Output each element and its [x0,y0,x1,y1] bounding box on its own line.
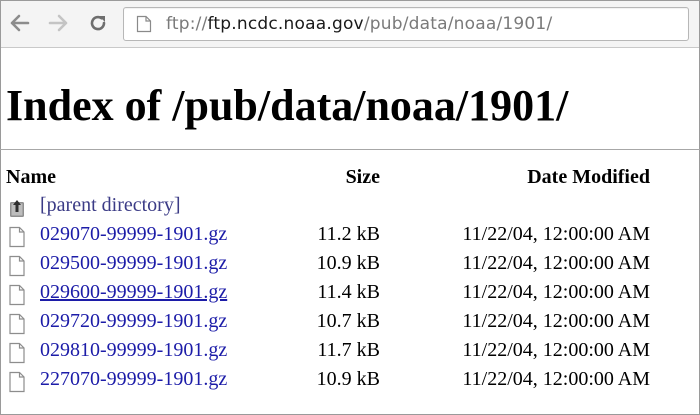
browser-toolbar: ftp://ftp.ncdc.noaa.gov/pub/data/noaa/19… [1,1,699,48]
file-icon [9,284,25,306]
file-row: 227070-99999-1901.gz 10.9 kB 11/22/04, 12:… [6,368,696,397]
file-size: 11.2 kB [317,223,380,245]
file-size: 11.7 kB [317,339,380,361]
file-link[interactable]: 029720-99999-1901.gz [40,310,227,333]
file-date: 11/22/04, 12:00:00 AM [462,223,650,245]
file-size: 10.9 kB [316,368,380,390]
listing-header: Name Size Date Modified [6,166,696,194]
back-arrow-icon [10,14,30,32]
file-date: 11/22/04, 12:00:00 AM [462,368,650,390]
parent-directory-row: [parent directory] [6,194,696,223]
file-icon [9,313,25,335]
file-size: 11.4 kB [317,281,380,303]
file-icon [9,371,25,393]
file-size: 10.7 kB [316,310,380,332]
file-icon [9,226,25,248]
file-row: 029070-99999-1901.gz 11.2 kB 11/22/04, 12:… [6,223,696,252]
file-date: 11/22/04, 12:00:00 AM [462,339,650,361]
file-date: 11/22/04, 12:00:00 AM [462,252,650,274]
file-link[interactable]: 029500-99999-1901.gz [40,252,227,275]
file-size: 10.9 kB [316,252,380,274]
forward-arrow-icon [48,14,68,32]
file-row: 029500-99999-1901.gz 10.9 kB 11/22/04, 12:… [6,252,696,281]
directory-listing: Name Size Date Modified [parent director… [6,166,696,397]
address-bar[interactable]: ftp://ftp.ncdc.noaa.gov/pub/data/noaa/19… [123,7,689,41]
parent-directory-link[interactable]: [parent directory] [40,194,180,217]
file-link[interactable]: 029070-99999-1901.gz [40,223,227,246]
url-text: ftp://ftp.ncdc.noaa.gov/pub/data/noaa/19… [166,14,553,34]
file-row: 029600-99999-1901.gz 11.4 kB 11/22/04, 12:… [6,281,696,310]
file-link[interactable]: 029600-99999-1901.gz [40,281,227,304]
file-row: 029720-99999-1901.gz 10.7 kB 11/22/04, 12:… [6,310,696,339]
name-column-header: Name [6,166,56,188]
reload-button[interactable] [85,10,111,36]
folder-up-icon [10,200,24,217]
back-button[interactable] [7,10,33,36]
file-icon [9,255,25,277]
page-title: Index of /pub/data/noaa/1901/ [6,81,569,130]
file-link[interactable]: 227070-99999-1901.gz [40,368,227,391]
file-date: 11/22/04, 12:00:00 AM [462,281,650,303]
file-icon [9,342,25,364]
file-link[interactable]: 029810-99999-1901.gz [40,339,227,362]
page-icon [136,15,152,33]
size-column-header: Size [345,166,380,188]
divider [0,149,700,150]
file-row: 029810-99999-1901.gz 11.7 kB 11/22/04, 12:… [6,339,696,368]
file-date: 11/22/04, 12:00:00 AM [462,310,650,332]
forward-button[interactable] [45,10,71,36]
reload-icon [90,15,106,31]
date-column-header: Date Modified [527,166,650,188]
